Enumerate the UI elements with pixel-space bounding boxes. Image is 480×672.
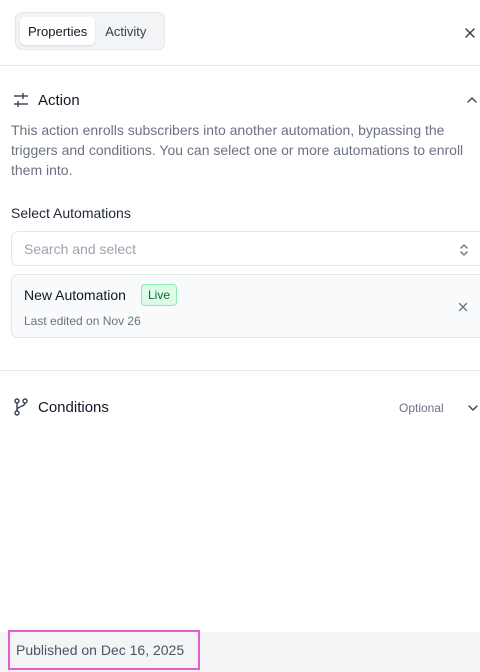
tab-activity[interactable]: Activity <box>97 17 154 45</box>
chevron-down-icon[interactable] <box>467 402 479 414</box>
conditions-title: Conditions <box>38 398 109 416</box>
action-description: This action enrolls subscribers into ano… <box>11 122 464 178</box>
tab-properties[interactable]: Properties <box>20 17 96 45</box>
select-automations-label: Select Automations <box>11 205 131 221</box>
conditions-section-header[interactable]: Conditions <box>12 397 109 417</box>
automation-search-select[interactable]: Search and select <box>11 231 480 266</box>
status-badge: Live <box>141 284 178 306</box>
select-placeholder: Search and select <box>24 241 137 257</box>
remove-automation-icon[interactable] <box>457 301 469 313</box>
properties-panel: Properties Activity Action This action e… <box>0 0 480 672</box>
section-divider <box>0 370 480 371</box>
branch-icon <box>14 398 28 416</box>
panel-header: Properties Activity <box>0 0 480 66</box>
sliders-icon <box>14 93 28 107</box>
close-icon[interactable] <box>463 26 477 40</box>
tab-bar: Properties Activity <box>15 12 165 50</box>
chevron-up-down-icon <box>460 244 468 256</box>
optional-label: Optional <box>399 401 444 415</box>
automation-name: New Automation <box>24 287 126 303</box>
selected-automation-card: New Automation Live Last edited on Nov 2… <box>11 274 480 338</box>
action-title: Action <box>38 91 80 109</box>
published-date: Published on Dec 16, 2025 <box>8 630 200 670</box>
chevron-up-icon[interactable] <box>466 94 478 106</box>
action-section-header[interactable]: Action <box>12 91 80 109</box>
last-edited: Last edited on Nov 26 <box>24 314 141 328</box>
